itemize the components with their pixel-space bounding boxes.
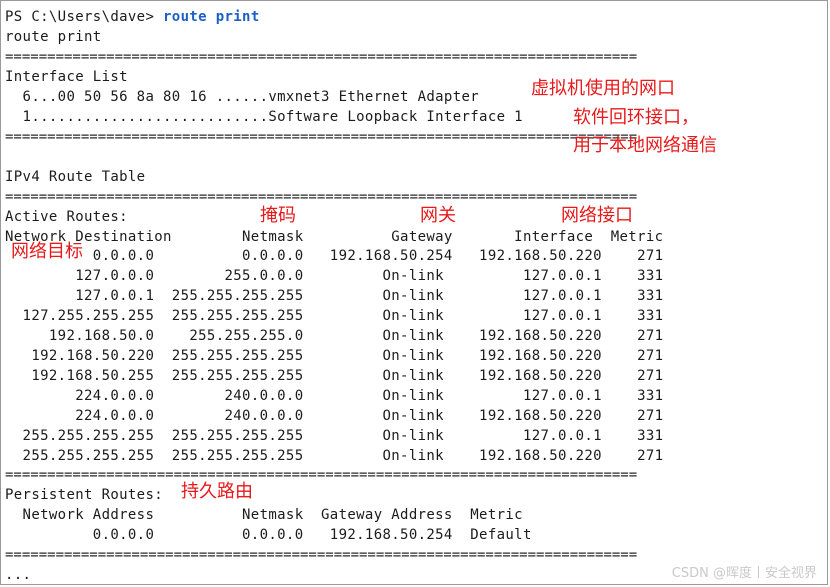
- ipv4-route-table-title: IPv4 Route Table: [5, 169, 146, 185]
- active-routes-title: Active Routes:: [5, 209, 128, 225]
- annotation-interface: 网络接口: [561, 205, 633, 226]
- watermark: CSDN @晖度丨安全视界: [671, 566, 817, 581]
- annotation-gateway: 网关: [420, 205, 456, 226]
- persistent-route-row: 0.0.0.0 0.0.0.0 192.168.50.254 Default: [5, 527, 532, 543]
- route-row: 192.168.50.0 255.255.255.0 On-link 192.1…: [5, 328, 664, 344]
- route-row: 255.255.255.255 255.255.255.255 On-link …: [5, 428, 664, 444]
- annotation-destination: 网络目标: [11, 241, 83, 262]
- separator-rule: ========================================…: [5, 467, 638, 483]
- annotation-loopback-1: 软件回环接口，: [573, 107, 699, 128]
- route-row: 127.0.0.1 255.255.255.255 On-link 127.0.…: [5, 288, 664, 304]
- interface-list-title: Interface List: [5, 69, 128, 85]
- prompt-prefix: PS C:\Users\dave>: [5, 9, 164, 25]
- command-echo: route print: [5, 29, 102, 45]
- route-row: 224.0.0.0 240.0.0.0 On-link 127.0.0.1 33…: [5, 388, 664, 404]
- prompt-command: route print: [163, 9, 260, 25]
- annotation-persistent: 持久路由: [181, 481, 253, 502]
- separator-rule: ========================================…: [5, 49, 638, 65]
- annotation-loopback-2: 用于本地网络通信: [573, 135, 717, 156]
- separator-rule: ========================================…: [5, 129, 638, 145]
- separator-rule: ========================================…: [5, 189, 638, 205]
- route-row: 0.0.0.0 0.0.0.0 192.168.50.254 192.168.5…: [5, 248, 664, 264]
- powershell-console[interactable]: PS C:\Users\dave> route print route prin…: [0, 0, 828, 585]
- annotation-netmask: 掩码: [260, 205, 296, 226]
- interface-item: 6...00 50 56 8a 80 16 ......vmxnet3 Ethe…: [5, 89, 480, 105]
- separator-rule: ========================================…: [5, 547, 638, 563]
- interface-item: 1...........................Software Loo…: [5, 109, 523, 125]
- prompt-line: PS C:\Users\dave> route print: [5, 7, 260, 27]
- route-row: 255.255.255.255 255.255.255.255 On-link …: [5, 448, 664, 464]
- output-ellipsis: ...: [5, 567, 32, 583]
- persistent-routes-header: Network Address Netmask Gateway Address …: [5, 507, 523, 523]
- persistent-routes-title: Persistent Routes:: [5, 487, 164, 503]
- route-row: 192.168.50.220 255.255.255.255 On-link 1…: [5, 348, 664, 364]
- route-row: 127.255.255.255 255.255.255.255 On-link …: [5, 308, 664, 324]
- route-row: 127.0.0.0 255.0.0.0 On-link 127.0.0.1 33…: [5, 268, 664, 284]
- route-row: 224.0.0.0 240.0.0.0 On-link 192.168.50.2…: [5, 408, 664, 424]
- active-routes-header: Network Destination Netmask Gateway Inte…: [5, 229, 664, 245]
- route-row: 192.168.50.255 255.255.255.255 On-link 1…: [5, 368, 664, 384]
- annotation-vm-nic: 虚拟机使用的网口: [531, 78, 675, 99]
